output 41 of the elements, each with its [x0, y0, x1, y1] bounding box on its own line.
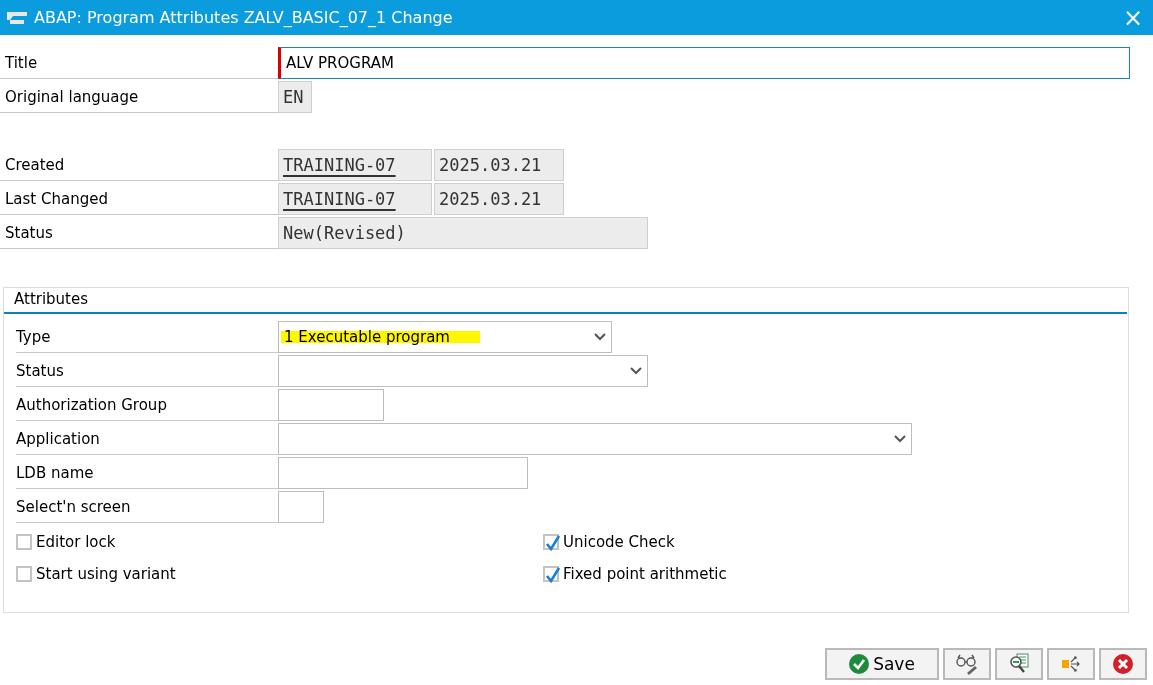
- field-label: Last Changed: [0, 183, 278, 215]
- checkbox-label: Start using variant: [36, 565, 176, 583]
- dropdown-field[interactable]: [278, 355, 648, 387]
- display-field: 2025.03.21: [434, 149, 564, 181]
- glasses-pencil-icon: [955, 653, 979, 675]
- checkbox-label: Fixed point arithmetic: [563, 565, 727, 583]
- checkmark-icon: [849, 654, 870, 674]
- field-label: Original language: [0, 81, 278, 113]
- input-field[interactable]: [278, 389, 384, 421]
- checkbox-label: Editor lock: [36, 533, 116, 551]
- magnifier-list-icon: [1008, 653, 1030, 675]
- field-label: Status: [0, 217, 278, 249]
- caret-icon: [630, 367, 642, 375]
- field-label: Title: [0, 47, 278, 79]
- magnifier-list-button[interactable]: [995, 648, 1043, 680]
- display-field: New(Revised): [278, 217, 648, 249]
- input-field[interactable]: [278, 457, 528, 489]
- caret-icon: [594, 333, 606, 341]
- save-button[interactable]: Save: [825, 648, 939, 680]
- group-title: Attributes: [4, 288, 1127, 314]
- checkbox[interactable]: Fixed point arithmetic: [543, 565, 1128, 583]
- checkbox[interactable]: Unicode Check: [543, 533, 1128, 551]
- glasses-pencil-button[interactable]: [943, 648, 991, 680]
- user-link[interactable]: TRAINING-07: [278, 183, 432, 215]
- user-link[interactable]: TRAINING-07: [278, 149, 432, 181]
- checkbox[interactable]: Editor lock: [16, 533, 543, 551]
- caret-icon: [894, 435, 906, 443]
- cancel-button[interactable]: [1099, 648, 1147, 680]
- input-field[interactable]: [278, 491, 324, 523]
- square-arrows-icon: [1060, 653, 1082, 675]
- dropdown-field[interactable]: 1 Executable program: [278, 321, 612, 353]
- window-title: ABAP: Program Attributes ZALV_BASIC_07_1 Change: [34, 8, 454, 27]
- field-label: Created: [0, 149, 278, 181]
- checkbox[interactable]: Start using variant: [16, 565, 543, 583]
- display-field: EN: [278, 81, 312, 113]
- dropdown-field[interactable]: [278, 423, 912, 455]
- window-icon: [6, 10, 28, 25]
- title-field[interactable]: ALV PROGRAM: [278, 47, 1130, 79]
- cancel-icon: [1112, 653, 1134, 675]
- checkbox-label: Unicode Check: [563, 533, 675, 551]
- display-field: 2025.03.21: [434, 183, 564, 215]
